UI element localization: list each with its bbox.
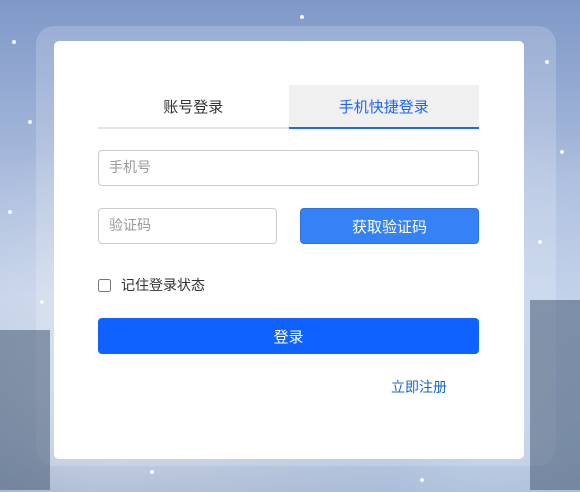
get-code-button[interactable]: 获取验证码 [300, 208, 479, 244]
remember-login-checkbox[interactable] [98, 278, 111, 292]
snowflake [12, 40, 16, 44]
remember-login-option[interactable]: 记住登录状态 [98, 275, 205, 295]
phone-input[interactable] [98, 150, 479, 186]
snowflake [28, 120, 32, 124]
snowflake [8, 210, 12, 214]
snowflake [538, 240, 542, 244]
snowflake [40, 300, 44, 304]
snowflake [545, 60, 549, 64]
verification-code-input[interactable] [98, 208, 277, 244]
snowflake [420, 478, 424, 482]
snowflake [150, 470, 154, 474]
background-ruins-left [0, 330, 50, 490]
background-ruins-right [530, 300, 580, 490]
snowflake [300, 15, 304, 19]
snowflake [560, 150, 564, 154]
remember-login-label: 记住登录状态 [121, 278, 205, 294]
tab-account-login[interactable]: 账号登录 [98, 85, 289, 127]
register-link[interactable]: 立即注册 [391, 377, 447, 397]
login-button[interactable]: 登录 [98, 318, 479, 354]
login-card: 账号登录 手机快捷登录 获取验证码 记住登录状态 登录 立即注册 [54, 41, 524, 459]
tab-phone-quick-login[interactable]: 手机快捷登录 [288, 85, 479, 129]
login-tabs: 账号登录 手机快捷登录 [98, 85, 479, 129]
